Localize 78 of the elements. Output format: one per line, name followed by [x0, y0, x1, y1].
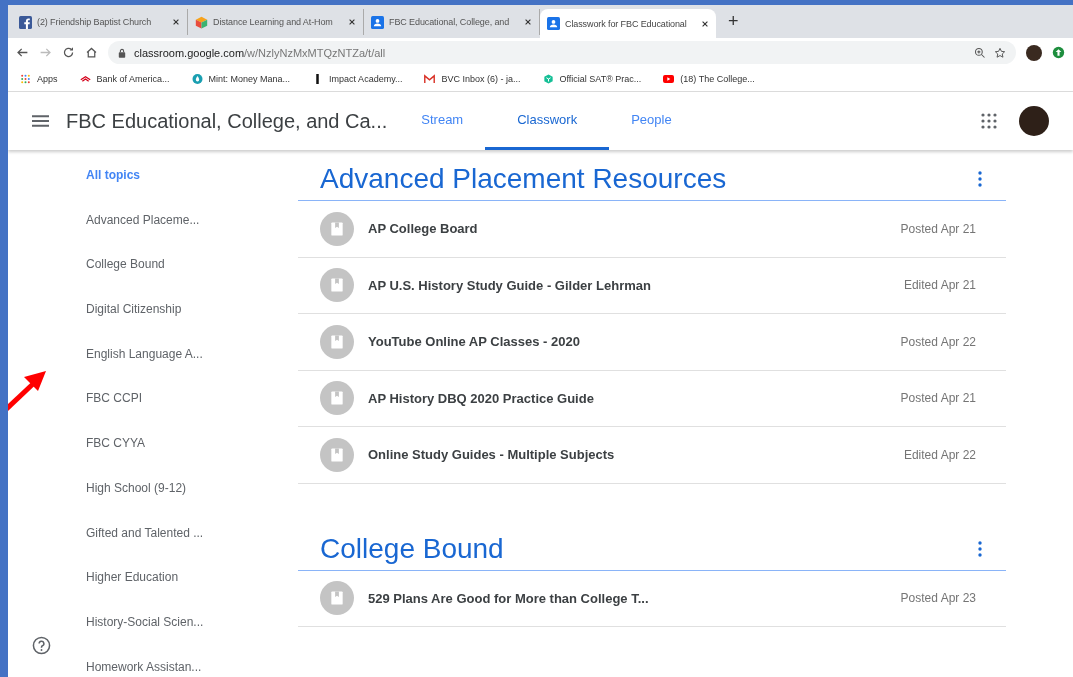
topic-link[interactable]: FBC CCPI	[86, 391, 298, 437]
browser-tab[interactable]: (2) Friendship Baptist Church	[12, 9, 188, 35]
posted-date: Posted Apr 23	[899, 591, 976, 606]
topic-link[interactable]: Gifted and Talented ...	[86, 525, 298, 571]
material-row[interactable]: YouTube Online AP Classes - 2020 Posted Apr 22	[298, 314, 1006, 371]
browser-tab[interactable]: FBC Educational, College, and	[364, 9, 540, 35]
bookmark[interactable]: Impact Academy...	[312, 74, 403, 84]
material-icon	[320, 381, 354, 416]
posted-date: Edited Apr 22	[902, 447, 976, 462]
posted-date: Posted Apr 22	[899, 334, 976, 349]
material-row[interactable]: AP College Board Posted Apr 21	[298, 201, 1006, 258]
profile-avatar[interactable]	[1019, 106, 1049, 136]
material-row[interactable]: Online Study Guides - Multiple Subjects Edited Apr 22	[298, 427, 1006, 484]
topic-link[interactable]: Digital Citizenship	[86, 302, 298, 347]
topic-link[interactable]: English Language A...	[86, 346, 298, 392]
cube-icon	[195, 15, 208, 29]
topic-link[interactable]: FBC CYYA	[86, 436, 298, 481]
topic-link[interactable]: All topics	[86, 168, 298, 213]
apps-grid-icon	[20, 74, 31, 84]
drop-icon	[191, 74, 203, 84]
bookmark[interactable]: BVC Inbox (6) - ja...	[424, 74, 521, 84]
topic-link[interactable]: History-Social Scien...	[86, 614, 298, 660]
close-icon[interactable]	[701, 19, 709, 28]
back-icon[interactable]	[16, 46, 29, 59]
apps-grid-icon[interactable]	[981, 113, 997, 129]
browser-tab[interactable]: Classwork for FBC Educational	[540, 9, 716, 38]
posted-date: Edited Apr 21	[902, 278, 976, 293]
material-icon	[320, 211, 354, 246]
flag-icon	[79, 74, 91, 84]
home-icon[interactable]	[85, 46, 98, 59]
material-row[interactable]: 529 Plans Are Good for More than College T... Posted Apr 23	[298, 570, 1006, 627]
material-icon	[320, 581, 354, 616]
address-bar[interactable]: classroom.google.com/w/NzlyNzMxMTQzNTZa/t/all	[108, 41, 1016, 64]
close-icon[interactable]	[348, 18, 356, 26]
material-icon	[320, 324, 354, 359]
url-text: classroom.google.com/w/NzlyNzMxMTQzNTZa/t/all	[134, 46, 387, 59]
topic-link[interactable]: High School (9-12)	[86, 480, 298, 526]
material-row[interactable]: AP U.S. History Study Guide - Gilder Lehrman Edited Apr 21	[298, 257, 1006, 314]
material-row[interactable]: AP History DBQ 2020 Practice Guide Posted Apr 21	[298, 370, 1006, 427]
new-tab-button[interactable]: +	[728, 11, 739, 32]
profile-avatar[interactable]	[1026, 44, 1042, 61]
topic-heading: College Bound	[320, 532, 504, 565]
topic-link[interactable]: Homework Assistan...	[86, 659, 298, 677]
person-icon	[547, 17, 560, 30]
bookmark[interactable]: (18) The College...	[663, 74, 755, 84]
more-options-icon[interactable]	[978, 540, 982, 557]
course-title: FBC Educational, College, and Ca...	[66, 109, 388, 134]
hexagon-icon	[542, 74, 554, 84]
more-options-icon[interactable]	[978, 171, 982, 187]
facebook-icon	[19, 15, 32, 29]
help-icon[interactable]	[32, 636, 51, 655]
mail-icon	[424, 74, 436, 84]
browser-tab[interactable]: Distance Learning and At-Hom	[188, 9, 364, 35]
lock-icon	[118, 47, 126, 58]
posted-date: Posted Apr 21	[899, 391, 976, 406]
topic-link[interactable]: Advanced Placeme...	[86, 212, 298, 258]
nav-tab[interactable]: Stream	[399, 92, 486, 150]
posted-date: Posted Apr 21	[899, 221, 976, 236]
person-icon	[371, 15, 384, 29]
bookmark[interactable]: Mint: Money Mana...	[191, 74, 291, 84]
topic-link[interactable]: College Bound	[86, 257, 298, 303]
bookmark[interactable]: Official SAT® Prac...	[542, 74, 642, 84]
nav-tab[interactable]: People	[609, 92, 694, 150]
material-icon	[320, 268, 354, 303]
close-icon[interactable]	[524, 18, 532, 26]
material-icon	[320, 437, 354, 472]
update-icon[interactable]	[1052, 46, 1065, 59]
bookmark[interactable]: Apps	[20, 74, 58, 84]
bookmark[interactable]: Bank of America...	[79, 74, 170, 84]
topic-heading: Advanced Placement Resources	[320, 163, 727, 195]
zoom-icon[interactable]	[974, 46, 986, 59]
star-icon[interactable]	[994, 46, 1006, 59]
menu-icon[interactable]	[32, 115, 49, 127]
close-icon[interactable]	[172, 18, 180, 26]
nav-tab[interactable]: Classwork	[485, 92, 610, 150]
play-icon	[663, 74, 675, 84]
topic-link[interactable]: Higher Education	[86, 570, 298, 615]
reload-icon[interactable]	[62, 46, 75, 59]
